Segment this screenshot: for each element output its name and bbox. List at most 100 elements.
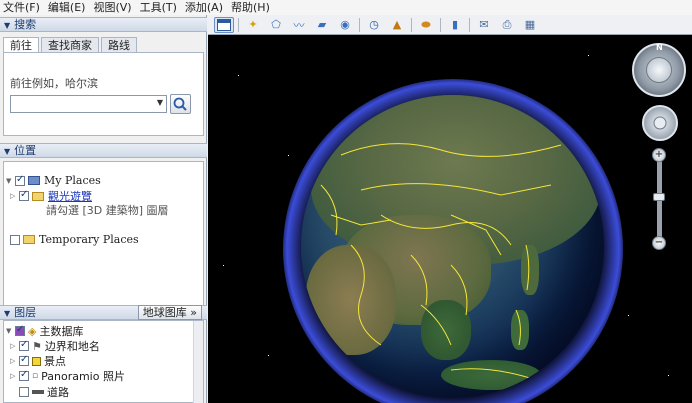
star [268, 355, 269, 356]
menu-tools[interactable]: 工具(T) [137, 1, 182, 15]
flag-icon: ⚑ [32, 339, 42, 353]
star [238, 75, 239, 76]
expand-triangle-icon[interactable]: ▷ [10, 357, 16, 365]
sunlight-icon: ▲ [392, 18, 402, 31]
layer-item-primary-database[interactable]: ▼ ◈ 主数据库 [6, 323, 83, 339]
email-icon: ✉ [479, 18, 489, 31]
zoom-slider-thumb[interactable] [653, 193, 665, 201]
image-overlay-icon: ▰ [317, 18, 327, 31]
sightseeing-note: 請勾選 [3D 建築物] 圖層 [46, 204, 169, 217]
star [668, 375, 669, 376]
layer-item-sights[interactable]: ▷ 景点 [10, 353, 66, 369]
layer-label: Panoramio 照片 [41, 370, 125, 383]
record-tour-button[interactable]: ◉ [335, 17, 355, 33]
search-section-header[interactable]: ▼ 搜索 [0, 17, 207, 32]
north-label[interactable]: N [656, 43, 663, 52]
print-icon: ⎙ [502, 17, 512, 31]
sidebar-toggle-button[interactable] [214, 16, 234, 33]
search-input[interactable]: ▼ [10, 95, 167, 113]
sidebar-toggle-icon [217, 18, 231, 31]
layers-scrollbar[interactable] [193, 321, 203, 403]
zoom-out-button[interactable]: − [652, 236, 666, 250]
menu-help[interactable]: 帮助(H) [228, 1, 275, 15]
toolbar: ✦ ⬠ 〰 ▰ ◉ ◷ ▲ ⬬ ▮ ✉ ⎙ ▦ [208, 15, 692, 35]
email-button[interactable]: ✉ [474, 17, 494, 33]
view-in-maps-button[interactable]: ▦ [520, 17, 540, 33]
polygon-icon: ⬠ [271, 18, 281, 31]
collapse-triangle-icon[interactable]: ▼ [4, 145, 10, 158]
collapse-triangle-icon[interactable]: ▼ [4, 19, 10, 32]
placemark-icon: ✦ [248, 18, 258, 31]
checkbox[interactable] [15, 324, 25, 336]
star [223, 265, 224, 266]
expand-triangle-icon[interactable]: ▷ [10, 342, 16, 350]
checkbox[interactable] [19, 354, 29, 366]
places-header-label: 位置 [14, 144, 37, 157]
ruler-icon: ▮ [451, 18, 459, 31]
sight-icon [32, 356, 41, 366]
record-tour-icon: ◉ [340, 18, 350, 31]
tree-item-temporary-places[interactable]: Temporary Places [10, 233, 139, 246]
menu-add[interactable]: 添加(A) [182, 1, 228, 15]
checkbox[interactable] [19, 387, 29, 397]
folder-icon [23, 235, 35, 244]
checkbox[interactable] [19, 369, 29, 381]
layer-item-panoramio[interactable]: ▷ ▫ Panoramio 照片 [10, 368, 125, 384]
checkbox[interactable] [19, 189, 29, 201]
toolbar-separator [469, 17, 470, 32]
search-hint: 前往例如，哈尔滨 [10, 77, 98, 90]
expand-triangle-icon[interactable]: ▷ [10, 192, 16, 200]
collapse-triangle-icon[interactable]: ▼ [6, 327, 12, 335]
checkbox[interactable] [15, 174, 25, 186]
look-joystick-icon[interactable] [646, 57, 672, 83]
globe-folder-icon [28, 176, 40, 185]
image-overlay-button[interactable]: ▰ [312, 17, 332, 33]
move-joystick[interactable] [642, 105, 678, 141]
menu-view[interactable]: 视图(V) [90, 1, 136, 15]
expand-triangle-icon[interactable]: ▷ [10, 372, 16, 380]
toolbar-separator [359, 17, 360, 32]
globe[interactable] [301, 95, 604, 398]
checkbox[interactable] [19, 339, 29, 351]
tree-item-my-places[interactable]: ▼ My Places [6, 174, 101, 188]
navigation-ring[interactable]: N [632, 43, 686, 97]
layer-item-roads[interactable]: 道路 [19, 384, 69, 400]
checkbox[interactable] [10, 234, 20, 245]
path-icon: 〰 [293, 18, 305, 32]
tab-find-businesses[interactable]: 查找商家 [41, 37, 99, 53]
toolbar-separator [440, 17, 441, 32]
historical-imagery-button[interactable]: ◷ [364, 17, 384, 33]
ruler-button[interactable]: ▮ [445, 17, 465, 33]
search-button[interactable] [170, 94, 191, 114]
layer-item-borders[interactable]: ▷ ⚑ 边界和地名 [10, 338, 100, 354]
historical-imagery-icon: ◷ [369, 18, 379, 31]
layer-label: 道路 [47, 386, 69, 399]
collapse-triangle-icon[interactable]: ▼ [4, 307, 10, 320]
print-button[interactable]: ⎙ [497, 17, 517, 33]
menu-bar: 文件(F) 编辑(E) 视图(V) 工具(T) 添加(A) 帮助(H) [0, 0, 692, 15]
add-path-button[interactable]: 〰 [289, 17, 309, 33]
earth-gallery-button[interactable]: 地球图库 » [137, 305, 202, 320]
view-in-maps-icon: ▦ [524, 18, 536, 31]
folder-icon [32, 191, 44, 201]
add-placemark-button[interactable]: ✦ [243, 17, 263, 33]
menu-file[interactable]: 文件(F) [0, 1, 45, 15]
collapse-triangle-icon[interactable]: ▼ [6, 177, 12, 185]
menu-edit[interactable]: 编辑(E) [45, 1, 91, 15]
planets-button[interactable]: ⬬ [416, 17, 436, 33]
photo-icon: ▫ [32, 371, 39, 381]
sidebar: ▼ 搜索 前往 查找商家 路线 前往例如，哈尔滨 ▼ ▼ 位置 ▼ My Place… [0, 15, 207, 403]
zoom-in-button[interactable]: + [652, 148, 666, 162]
my-places-label: My Places [44, 174, 101, 187]
add-polygon-button[interactable]: ⬠ [266, 17, 286, 33]
dropdown-arrow-icon[interactable]: ▼ [157, 98, 163, 107]
tab-directions[interactable]: 路线 [101, 37, 137, 53]
earth-view[interactable]: N + − [208, 35, 692, 403]
toolbar-separator [238, 17, 239, 32]
places-section-header[interactable]: ▼ 位置 [0, 143, 207, 158]
layer-label: 景点 [44, 355, 66, 368]
search-header-label: 搜索 [14, 18, 37, 31]
toolbar-separator [411, 17, 412, 32]
sunlight-button[interactable]: ▲ [387, 17, 407, 33]
star [628, 315, 629, 316]
